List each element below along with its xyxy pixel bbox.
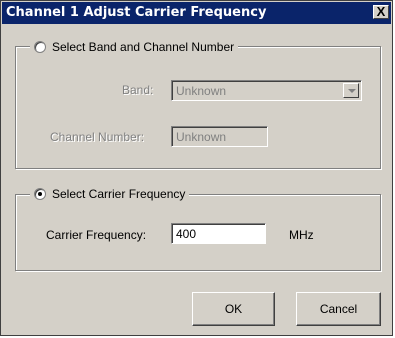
close-button[interactable]: X (373, 5, 389, 19)
cancel-button[interactable]: Cancel (296, 292, 381, 326)
carrier-frequency-radio-label: Select Carrier Frequency (52, 187, 186, 201)
band-dropdown[interactable]: Unknown (171, 80, 362, 101)
band-label: Band: (122, 83, 154, 97)
title-bar[interactable]: Channel 1 Adjust Carrier Frequency X (2, 2, 391, 24)
band-dropdown-value: Unknown (176, 84, 227, 98)
adjust-carrier-dialog: Channel 1 Adjust Carrier Frequency X Sel… (0, 0, 393, 336)
window-title: Channel 1 Adjust Carrier Frequency (6, 5, 267, 20)
frequency-unit-label: MHz (289, 228, 314, 242)
ok-button[interactable]: OK (192, 292, 275, 326)
channel-number-field[interactable]: Unknown (171, 126, 268, 147)
carrier-frequency-input[interactable]: 400 (171, 223, 266, 244)
dropdown-arrow-icon[interactable] (343, 83, 359, 98)
carrier-frequency-radio[interactable] (34, 188, 46, 200)
band-channel-group (15, 46, 381, 169)
carrier-frequency-option[interactable]: Select Carrier Frequency (30, 186, 190, 202)
band-channel-option[interactable]: Select Band and Channel Number (30, 39, 239, 55)
band-channel-radio-label: Select Band and Channel Number (52, 40, 235, 54)
band-channel-radio[interactable] (34, 41, 46, 53)
channel-number-label: Channel Number: (50, 130, 145, 144)
carrier-frequency-label: Carrier Frequency: (46, 228, 147, 242)
